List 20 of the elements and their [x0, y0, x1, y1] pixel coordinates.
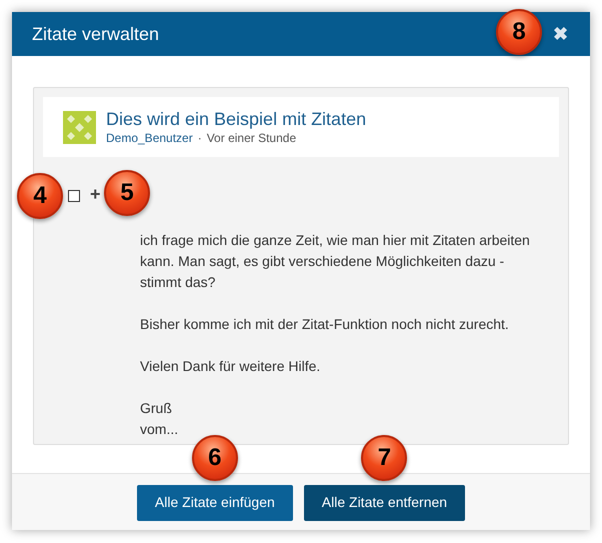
callout-badge: 4: [17, 173, 63, 219]
dialog-title: Zitate verwalten: [32, 22, 160, 46]
avatar-icon: [63, 110, 96, 144]
author-link[interactable]: Demo_Benutzer: [106, 130, 193, 146]
message-paragraph: Vielen Dank für weitere Hilfe.: [140, 357, 322, 376]
post-time: Vor einer Stunde: [206, 130, 296, 146]
post-title[interactable]: Dies wird ein Beispiel mit Zitaten: [106, 108, 366, 130]
message-paragraph: ich frage mich die ganze Zeit, wie man hier mit Zitaten arbeiten kann. Man sagt, es gibt verschiedene Möglichkeiten dazu - stimmt das?: [140, 231, 530, 292]
separator: ·: [198, 130, 202, 146]
checkbox[interactable]: [68, 190, 80, 202]
action-button[interactable]: Alle Zitate einfügen: [136, 484, 293, 520]
callout-badge: 8: [496, 8, 542, 54]
message-paragraph: Bisher komme ich mit der Zitat-Funktion noch nicht zurecht.: [140, 315, 510, 334]
message-paragraph: Gruß vom...: [140, 399, 180, 439]
callout-badge: 5: [104, 170, 150, 216]
close-button[interactable]: ✖: [553, 20, 568, 48]
callout-badge: 7: [361, 434, 408, 480]
callout-badge: 6: [192, 434, 238, 480]
add-quote-button[interactable]: +: [90, 185, 101, 203]
action-button[interactable]: Alle Zitate entfernen: [304, 484, 466, 520]
